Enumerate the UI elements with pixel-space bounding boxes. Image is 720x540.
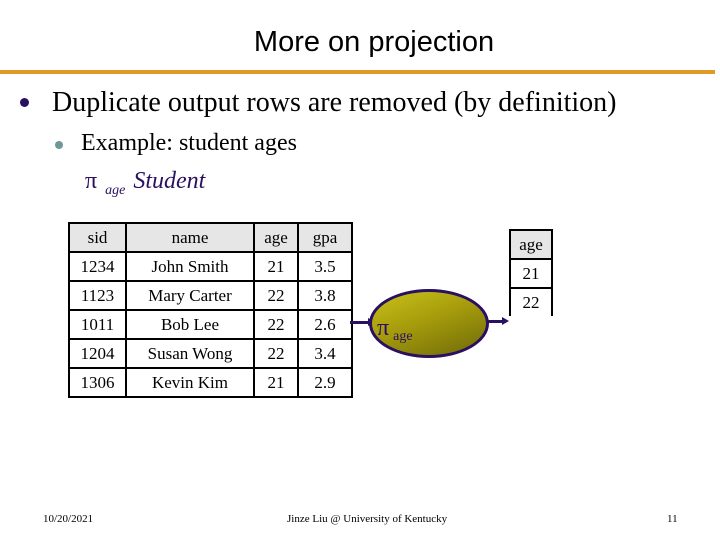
cell: 22	[253, 280, 299, 311]
cell: John Smith	[125, 251, 255, 282]
cell: 3.4	[297, 338, 353, 369]
operator-label: π age	[377, 315, 413, 345]
title-divider	[0, 70, 715, 74]
sub-bullet-dot-icon	[55, 141, 63, 149]
page-number: 11	[667, 513, 678, 525]
cell: 1204	[68, 338, 127, 369]
cell: 21	[253, 367, 299, 398]
cell: 2.9	[297, 367, 353, 398]
header-cell: sid	[68, 222, 127, 253]
table-row: 21	[509, 258, 553, 289]
cell: 1234	[68, 251, 127, 282]
cell: Susan Wong	[125, 338, 255, 369]
slide-title: More on projection	[253, 26, 495, 58]
cell: 3.5	[297, 251, 353, 282]
cell: 1011	[68, 309, 127, 340]
cell: 21	[253, 251, 299, 282]
formula-subscript: age	[105, 183, 126, 198]
formula-relation: Student	[133, 168, 206, 194]
cell: 21	[509, 258, 553, 289]
cell: 22	[253, 338, 299, 369]
result-table: age 21 22	[509, 229, 553, 316]
cell: 1123	[68, 280, 127, 311]
header-cell: gpa	[297, 222, 353, 253]
header-cell: age	[253, 222, 299, 253]
cell: 1306	[68, 367, 127, 398]
table-row: 1011 Bob Lee 22 2.6	[68, 309, 353, 340]
cell: Bob Lee	[125, 309, 255, 340]
footer-author: Jinze Liu @ University of Kentucky	[287, 513, 448, 525]
footer-date: 10/20/2021	[43, 513, 94, 525]
table-row: 1204 Susan Wong 22 3.4	[68, 338, 353, 369]
projection-formula: π age Student	[85, 168, 205, 199]
table-row: 1123 Mary Carter 22 3.8	[68, 280, 353, 311]
table-row: 1234 John Smith 21 3.5	[68, 251, 353, 282]
cell: 3.8	[297, 280, 353, 311]
cell: 22	[253, 309, 299, 340]
cell: 22	[509, 287, 553, 316]
table-header-row: age	[509, 229, 553, 260]
bullet-dot-icon	[20, 98, 29, 107]
cell: Kevin Kim	[125, 367, 255, 398]
cell: 2.6	[297, 309, 353, 340]
header-cell: name	[125, 222, 255, 253]
sub-bullet-text: Example: student ages	[81, 130, 297, 156]
table-header-row: sid name age gpa	[68, 222, 353, 253]
table-row: 22	[509, 287, 553, 316]
pi-symbol: π	[377, 315, 390, 341]
operator-subscript: age	[393, 329, 413, 344]
arrow-head-icon	[502, 317, 509, 325]
cell: Mary Carter	[125, 280, 255, 311]
student-table: sid name age gpa 1234 John Smith 21 3.5 …	[68, 222, 353, 398]
header-cell: age	[509, 229, 553, 260]
pi-symbol: π	[85, 168, 98, 194]
bullet-text: Duplicate output rows are removed (by de…	[52, 87, 617, 118]
table-row: 1306 Kevin Kim 21 2.9	[68, 367, 353, 398]
